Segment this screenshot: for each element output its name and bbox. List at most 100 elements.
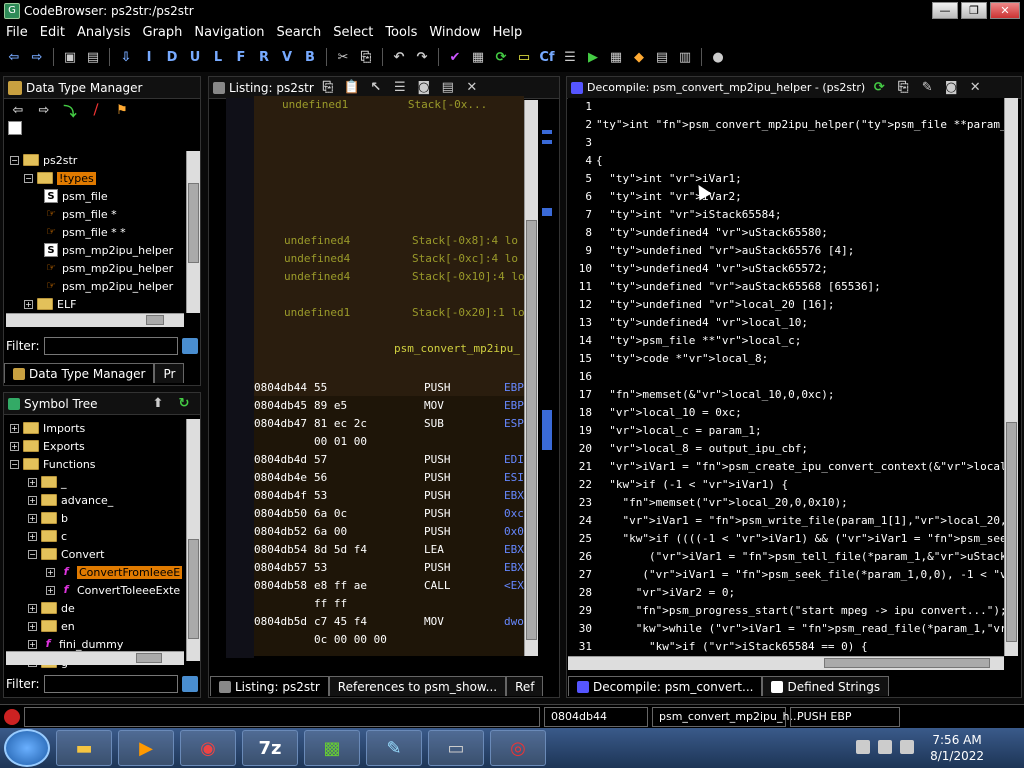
decompile-line[interactable]: 13 "ty">undefined4 "vr">local_10;	[568, 314, 1004, 332]
decompile-vscroll[interactable]	[1004, 98, 1018, 656]
dtm-tree-item[interactable]: − ps2str	[6, 151, 184, 169]
symbol-tree-item[interactable]: + Imports	[6, 419, 184, 437]
expand-toggle-icon[interactable]: −	[10, 459, 19, 469]
tab-references-2[interactable]: Ref	[506, 676, 544, 696]
dtm-hscroll[interactable]	[6, 313, 184, 327]
list-icon[interactable]: ☰	[560, 47, 580, 67]
dtm-tree-item[interactable]: ☞ psm_file *	[6, 205, 184, 223]
cut-icon[interactable]: ✂	[333, 47, 353, 67]
diamond-icon[interactable]: ◆	[629, 47, 649, 67]
cf-icon[interactable]: Cf	[537, 47, 557, 67]
decompile-line[interactable]: 25 "kw">if ((((-1 < "vr">iVar1) && ("vr"…	[568, 530, 1004, 548]
tab-data-type-manager[interactable]: Data Type Manager	[4, 363, 155, 383]
dtm-tree-item[interactable]: Spsm_mp2ipu_helper	[6, 241, 184, 259]
collapse-all-icon[interactable]	[8, 121, 22, 135]
decompile-line[interactable]: 30 "kw">while ("vr">iVar1 = "fn">psm_rea…	[568, 620, 1004, 638]
decompile-line[interactable]: 24 "vr">iVar1 = "fn">psm_write_file(para…	[568, 512, 1004, 530]
expand-toggle-icon[interactable]: +	[28, 513, 37, 523]
listing-snapshot-icon[interactable]: ◙	[414, 78, 434, 98]
menu-analysis[interactable]: Analysis	[71, 25, 137, 40]
listing-code-row[interactable]: 00 01 00	[254, 433, 524, 451]
decompile-line[interactable]: 15 "ty">code *"vr">local_8;	[568, 350, 1004, 368]
redo-icon[interactable]: ↷	[412, 47, 432, 67]
decompile-line[interactable]: 1	[568, 98, 1004, 116]
tray-flag-icon[interactable]	[878, 740, 892, 754]
dtm-tree-item[interactable]: Spsm_file	[6, 187, 184, 205]
decompile-line[interactable]: 5 "ty">int "vr">iVar1;	[568, 170, 1004, 188]
table-icon[interactable]: ▤	[652, 47, 672, 67]
listing-code-row[interactable]: 0804db47 81 ec 2c SUB ESP	[254, 415, 524, 433]
nav-f-icon[interactable]: F	[231, 47, 251, 67]
tab-listing[interactable]: Listing: ps2str	[210, 676, 329, 696]
decompile-line[interactable]: 14 "ty">psm_file **"vr">local_c;	[568, 332, 1004, 350]
decompile-edit-icon[interactable]: ✎	[917, 78, 937, 98]
decompile-line[interactable]: 7 "ty">int "vr">iStack65584;	[568, 206, 1004, 224]
decompile-line[interactable]: 18 "vr">local_10 = 0xc;	[568, 404, 1004, 422]
7zip-icon[interactable]: 7z	[242, 730, 298, 766]
listing-vscroll[interactable]	[524, 100, 538, 656]
listing-code-row[interactable]: 0804db57 53 PUSH EBX	[254, 559, 524, 577]
listing-code-row[interactable]: 0804db4f 53 PUSH EBX	[254, 487, 524, 505]
decompile-hscroll[interactable]	[568, 656, 1004, 670]
decompile-line[interactable]: 27 ("vr">iVar1 = "fn">psm_seek_file(*par…	[568, 566, 1004, 584]
expand-toggle-icon[interactable]: +	[46, 567, 55, 577]
expand-toggle-icon[interactable]: −	[10, 155, 19, 165]
run-icon[interactable]: ▶	[583, 47, 603, 67]
menu-window[interactable]: Window	[423, 25, 486, 40]
filter-options-icon[interactable]	[182, 338, 198, 354]
tab-defined-strings[interactable]: Defined Strings	[762, 676, 890, 696]
symbol-filter-options-icon[interactable]	[182, 676, 198, 692]
menu-search[interactable]: Search	[271, 25, 328, 40]
decompile-refresh-icon[interactable]: ⟳	[869, 78, 889, 98]
listing-code-row[interactable]: 0804db4d 57 PUSH EDI	[254, 451, 524, 469]
listing-code-row[interactable]: 0804db52 6a 00 PUSH 0x0	[254, 523, 524, 541]
dtm-arrange-icon[interactable]: ⤵	[60, 100, 80, 120]
dtm-vscroll[interactable]	[186, 151, 200, 313]
menu-select[interactable]: Select	[327, 25, 379, 40]
dtm-back-icon[interactable]: ⇦	[8, 100, 28, 120]
listing-code-row[interactable]: ff ff	[254, 595, 524, 613]
dtm-forward-icon[interactable]: ⇨	[34, 100, 54, 120]
symbol-pin-icon[interactable]: ⬆	[148, 394, 168, 414]
symbol-tree-item[interactable]: + c	[6, 527, 184, 545]
expand-toggle-icon[interactable]: −	[28, 549, 37, 559]
symbol-filter-input[interactable]	[43, 675, 178, 693]
close-button[interactable]: ✕	[990, 2, 1020, 19]
save-all-icon[interactable]: ▤	[83, 47, 103, 67]
expand-toggle-icon[interactable]: +	[24, 299, 33, 309]
dtm-tree-item[interactable]: ☞ psm_mp2ipu_helper	[6, 259, 184, 277]
listing-code-row[interactable]: 0804db50 6a 0c PUSH 0xc	[254, 505, 524, 523]
symbol-tree-item[interactable]: + f ConvertFromIeeeE	[6, 563, 184, 581]
minimize-button[interactable]: —	[932, 2, 958, 19]
listing-code-row[interactable]: 0804db54 8d 5d f4 LEA EBX	[254, 541, 524, 559]
expand-toggle-icon[interactable]: +	[28, 477, 37, 487]
dtm-tree-item[interactable]: + ELF	[6, 295, 184, 313]
installer-icon[interactable]: ▩	[304, 730, 360, 766]
explorer-icon[interactable]: ▬	[56, 730, 112, 766]
dtm-tree-item[interactable]: ☞ psm_mp2ipu_helper	[6, 277, 184, 295]
forward-arrow-icon[interactable]: ⇨	[27, 47, 47, 67]
symbol-tree-item[interactable]: − Convert	[6, 545, 184, 563]
symbol-vscroll[interactable]	[186, 419, 200, 661]
symbol-tree-item[interactable]: + b	[6, 509, 184, 527]
decompile-line[interactable]: 26 ("vr">iVar1 = "fn">psm_tell_file(*par…	[568, 548, 1004, 566]
expand-toggle-icon[interactable]: +	[10, 441, 19, 451]
dtm-tree-item[interactable]: ☞ psm_file * *	[6, 223, 184, 241]
decompile-line[interactable]: 12 "ty">undefined "vr">local_20 [16];	[568, 296, 1004, 314]
symbol-tree-item[interactable]: + f ConvertToIeeeExte	[6, 581, 184, 599]
listing-paste-icon[interactable]: 📋	[342, 78, 362, 98]
decompile-line[interactable]: 2 "ty">int "fn">psm_convert_mp2ipu_helper…	[568, 116, 1004, 134]
menu-file[interactable]: File	[0, 25, 34, 40]
expand-toggle-icon[interactable]: +	[28, 531, 37, 541]
decompile-line[interactable]: 22 "kw">if (-1 < "vr">iVar1) {	[568, 476, 1004, 494]
listing-code-row[interactable]: 0804db44 55 PUSH EBP	[254, 379, 524, 397]
listing-copy-icon[interactable]: ⎘	[318, 78, 338, 98]
expand-toggle-icon[interactable]: +	[28, 621, 37, 631]
symbol-link-icon[interactable]: ↻	[174, 394, 194, 414]
start-button[interactable]	[4, 729, 50, 767]
symbol-hscroll[interactable]	[6, 651, 184, 665]
back-arrow-icon[interactable]: ⇦	[4, 47, 24, 67]
listing-code-row[interactable]: 0804db5d c7 45 f4 MOV dwo	[254, 613, 524, 631]
dtm-tree-item[interactable]: − !types	[6, 169, 184, 187]
notepad-icon[interactable]: ✎	[366, 730, 422, 766]
